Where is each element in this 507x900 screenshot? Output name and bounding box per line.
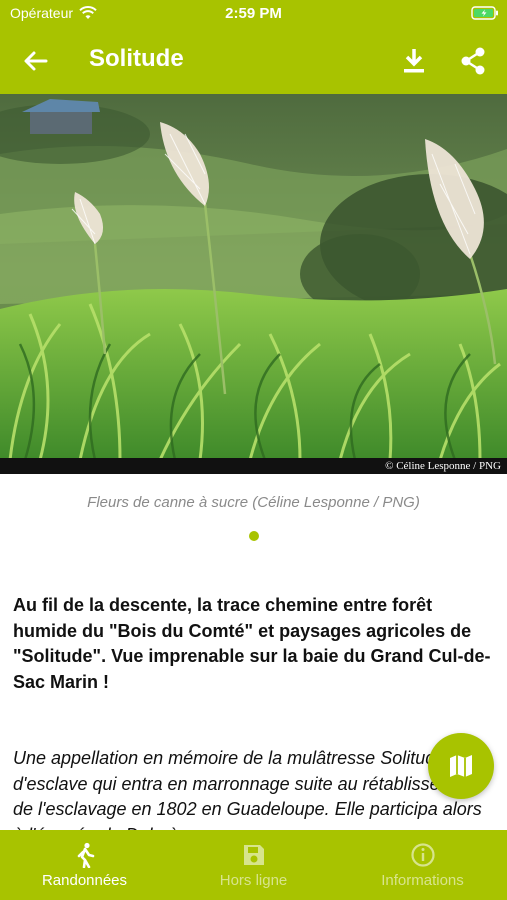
hero-image[interactable]: © Céline Lesponne / PNG: [0, 94, 507, 474]
description-body: Une appellation en mémoire de la mulâtre…: [13, 748, 482, 830]
clock: 2:59 PM: [225, 5, 282, 22]
bottom-nav: Randonnées Hors ligne Informations: [0, 830, 507, 900]
nav-label-hors-ligne: Hors ligne: [219, 872, 288, 889]
info-icon: [411, 843, 435, 867]
photo-credit: © Céline Lesponne / PNG: [385, 460, 501, 472]
save-icon: [244, 845, 264, 865]
page-title: Solitude: [89, 45, 184, 72]
image-caption: Fleurs de canne à sucre (Céline Lesponne…: [87, 494, 420, 511]
app-bar: Solitude: [0, 28, 507, 94]
share-icon[interactable]: [459, 46, 487, 76]
back-arrow-icon[interactable]: [20, 46, 50, 76]
map-button[interactable]: [428, 733, 494, 799]
hiker-icon: [77, 842, 95, 868]
download-icon[interactable]: [400, 46, 428, 76]
nav-item-hors-ligne[interactable]: Hors ligne: [169, 830, 338, 900]
carousel-page-indicator[interactable]: [249, 531, 259, 541]
nav-item-informations[interactable]: Informations: [338, 830, 507, 900]
sugar-cane-photo: [0, 94, 507, 474]
map-icon: [450, 755, 472, 777]
status-bar: Opérateur 2:59 PM: [0, 0, 507, 28]
nav-item-randonnees[interactable]: Randonnées: [0, 830, 169, 900]
battery-icon: [471, 6, 498, 20]
nav-label-randonnees: Randonnées: [41, 872, 128, 889]
nav-label-informations: Informations: [381, 872, 464, 889]
description-lead: Au fil de la descente, la trace chemine …: [13, 595, 491, 692]
